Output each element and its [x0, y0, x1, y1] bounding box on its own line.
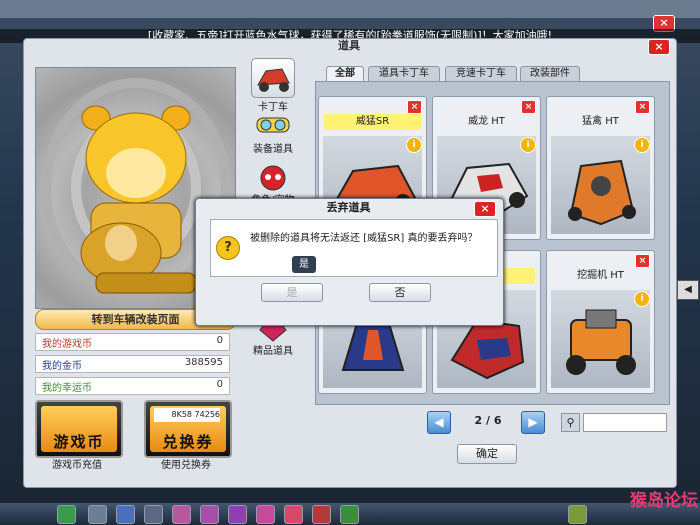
rank-icon[interactable]: [312, 505, 331, 524]
voucher-caption: 使用兑换券: [161, 460, 211, 471]
dialog-close-button[interactable]: ×: [474, 201, 496, 217]
delete-item-button[interactable]: ×: [635, 254, 650, 268]
button-text: 游戏币: [53, 433, 105, 451]
stat-label: 我的幸运币: [42, 383, 92, 394]
kart-icon: [251, 58, 295, 98]
lucky-coin-row: 我的幸运币 0: [35, 377, 230, 395]
friends-icon[interactable]: [172, 505, 191, 524]
no-button[interactable]: 否: [369, 283, 431, 302]
kart-image: [551, 136, 650, 234]
item-name: 猛禽 HT: [582, 116, 619, 127]
search-icon[interactable]: ⚲: [561, 413, 580, 432]
window-title: 道具: [338, 39, 360, 52]
info-icon[interactable]: i: [634, 291, 650, 307]
back-icon[interactable]: [57, 505, 76, 524]
stat-value: 0: [216, 379, 223, 390]
category-equipment[interactable]: 装备道具: [248, 108, 298, 155]
stat-label: 我的金币: [42, 361, 82, 372]
delete-item-button[interactable]: ×: [635, 100, 650, 114]
side-expand-arrow[interactable]: ◀: [677, 280, 699, 300]
info-icon[interactable]: i: [634, 137, 650, 153]
confirm-button[interactable]: 确定: [457, 444, 517, 464]
home-icon[interactable]: [116, 505, 135, 524]
dialog-body: [210, 219, 498, 277]
shop-icon[interactable]: [88, 505, 107, 524]
tab-tuning-parts[interactable]: 改装部件: [520, 66, 580, 81]
info-icon[interactable]: i: [520, 137, 536, 153]
team-icon[interactable]: [228, 505, 247, 524]
gold-coin-row: 我的金币 388595: [35, 355, 230, 373]
page-indicator: 2 / 6: [474, 414, 502, 427]
tools-icon[interactable]: [144, 505, 163, 524]
tab-all[interactable]: 全部: [326, 66, 364, 81]
stat-label: 我的游戏币: [42, 339, 92, 350]
chat-icon[interactable]: [340, 505, 359, 524]
delete-item-button[interactable]: ×: [407, 100, 422, 114]
character-icon: [252, 161, 294, 191]
question-icon: ?: [216, 236, 240, 260]
info-icon[interactable]: i: [406, 137, 422, 153]
stat-value: 0: [216, 335, 223, 346]
window-close-button[interactable]: ×: [648, 39, 670, 55]
item-name: 挖掘机 HT: [577, 270, 624, 281]
game-coin-row: 我的游戏币 0: [35, 333, 230, 351]
barcode: 8K58 74256: [154, 408, 220, 422]
button-text: 兑换券: [162, 433, 214, 451]
prev-page-button[interactable]: ◀: [427, 411, 451, 434]
gift-icon[interactable]: [200, 505, 219, 524]
delete-item-button[interactable]: ×: [521, 100, 536, 114]
item-card[interactable]: × 挖掘机 HT i: [546, 250, 655, 394]
dialog-title: 丢弃道具: [326, 201, 371, 214]
menu-icon[interactable]: [568, 505, 587, 524]
tab-item-kart[interactable]: 道具卡丁车: [368, 66, 440, 81]
recharge-game-coin-button[interactable]: 游戏币: [35, 400, 123, 458]
item-name: 威龙 HT: [468, 116, 505, 127]
category-label: 精品道具: [253, 346, 293, 357]
yes-button[interactable]: 是: [261, 283, 323, 302]
category-kart[interactable]: 卡丁车: [248, 58, 298, 113]
mail-icon[interactable]: [256, 505, 275, 524]
tab-racing-kart[interactable]: 竞速卡丁车: [445, 66, 517, 81]
item-card[interactable]: × 猛禽 HT i: [546, 96, 655, 240]
item-name: 威猛SR: [324, 114, 421, 130]
guild-icon[interactable]: [284, 505, 303, 524]
category-label: 装备道具: [253, 144, 293, 155]
search-input[interactable]: [583, 413, 667, 432]
kart-image: [551, 290, 650, 388]
game-top-bar: [0, 0, 700, 18]
dialog-message: 被删除的道具将无法返还 [威猛SR] 真的要丢弃吗？: [250, 233, 478, 244]
use-voucher-button[interactable]: 8K58 74256 兑换券: [144, 400, 232, 458]
watermark: 猴岛论坛: [630, 491, 698, 511]
tooltip: 是: [292, 256, 316, 273]
stat-value: 388595: [184, 357, 223, 368]
recharge-caption: 游戏币充值: [52, 460, 102, 471]
next-page-button[interactable]: ▶: [521, 411, 545, 434]
